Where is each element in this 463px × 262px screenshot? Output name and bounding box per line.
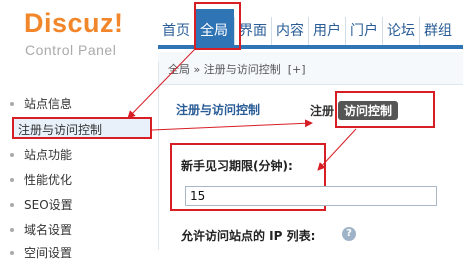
sidebar-item-label: SEO设置	[24, 198, 73, 212]
help-icon[interactable]: ?	[342, 227, 356, 241]
bullet-icon	[10, 227, 14, 232]
sidebar-item-site-info[interactable]: 站点信息	[10, 95, 72, 113]
annotation-box-tab	[335, 91, 435, 128]
sidebar-item-register-access[interactable]: 注册与访问控制	[12, 117, 152, 139]
sidebar-item-seo[interactable]: SEO设置	[10, 196, 73, 214]
nav-item-portal[interactable]: 门户	[345, 17, 382, 45]
sidebar-item-label: 注册与访问控制	[18, 123, 103, 137]
nav-item-forum[interactable]: 论坛	[382, 17, 419, 45]
nav-item-content[interactable]: 内容	[271, 17, 308, 45]
nav-item-users[interactable]: 用户	[308, 17, 345, 45]
logo[interactable]: Discuz! Control Panel	[24, 8, 164, 58]
newbie-period-label: 新手见习期限(分钟):	[181, 159, 293, 173]
logo-subtitle: Control Panel	[25, 42, 117, 58]
add-shortcut-link[interactable]: [+]	[288, 63, 306, 76]
sidebar: 站点信息 注册与访问控制 站点功能 性能优化 SEO设置 域名设置 空间设置	[0, 62, 159, 260]
sidebar-item-label: 站点功能	[24, 148, 73, 162]
breadcrumb: 全局 » 注册与访问控制 [+]	[158, 52, 463, 85]
sidebar-item-site-features[interactable]: 站点功能	[10, 146, 72, 164]
bullet-icon	[10, 177, 14, 182]
bullet-icon	[10, 250, 14, 255]
bullet-icon	[10, 202, 14, 207]
tab-register[interactable]: 注册	[310, 102, 334, 119]
sidebar-item-performance[interactable]: 性能优化	[10, 171, 72, 189]
sidebar-item-space[interactable]: 空间设置	[10, 244, 72, 262]
allowed-ip-list-label: 允许访问站点的 IP 列表:	[181, 229, 316, 243]
bullet-icon	[10, 152, 14, 157]
sidebar-item-label: 域名设置	[24, 223, 73, 237]
sidebar-item-domain[interactable]: 域名设置	[10, 221, 72, 239]
sidebar-item-label: 站点信息	[24, 97, 73, 111]
main-content: 注册与访问控制 注册访问控制 新手见习期限(分钟): 允许访问站点的 IP 列表…	[158, 85, 463, 250]
section-title: 注册与访问控制	[176, 103, 261, 117]
breadcrumb-text: 全局 » 注册与访问控制	[168, 63, 281, 76]
sidebar-item-label: 性能优化	[24, 173, 73, 187]
logo-title: Discuz!	[24, 8, 124, 38]
newbie-period-input[interactable]	[185, 186, 437, 206]
nav-item-groups[interactable]: 群组	[419, 17, 456, 45]
bullet-icon	[10, 101, 14, 106]
nav-item-home[interactable]: 首页	[158, 17, 194, 45]
annotation-box-nav	[194, 2, 241, 50]
sidebar-item-label: 空间设置	[24, 246, 73, 260]
